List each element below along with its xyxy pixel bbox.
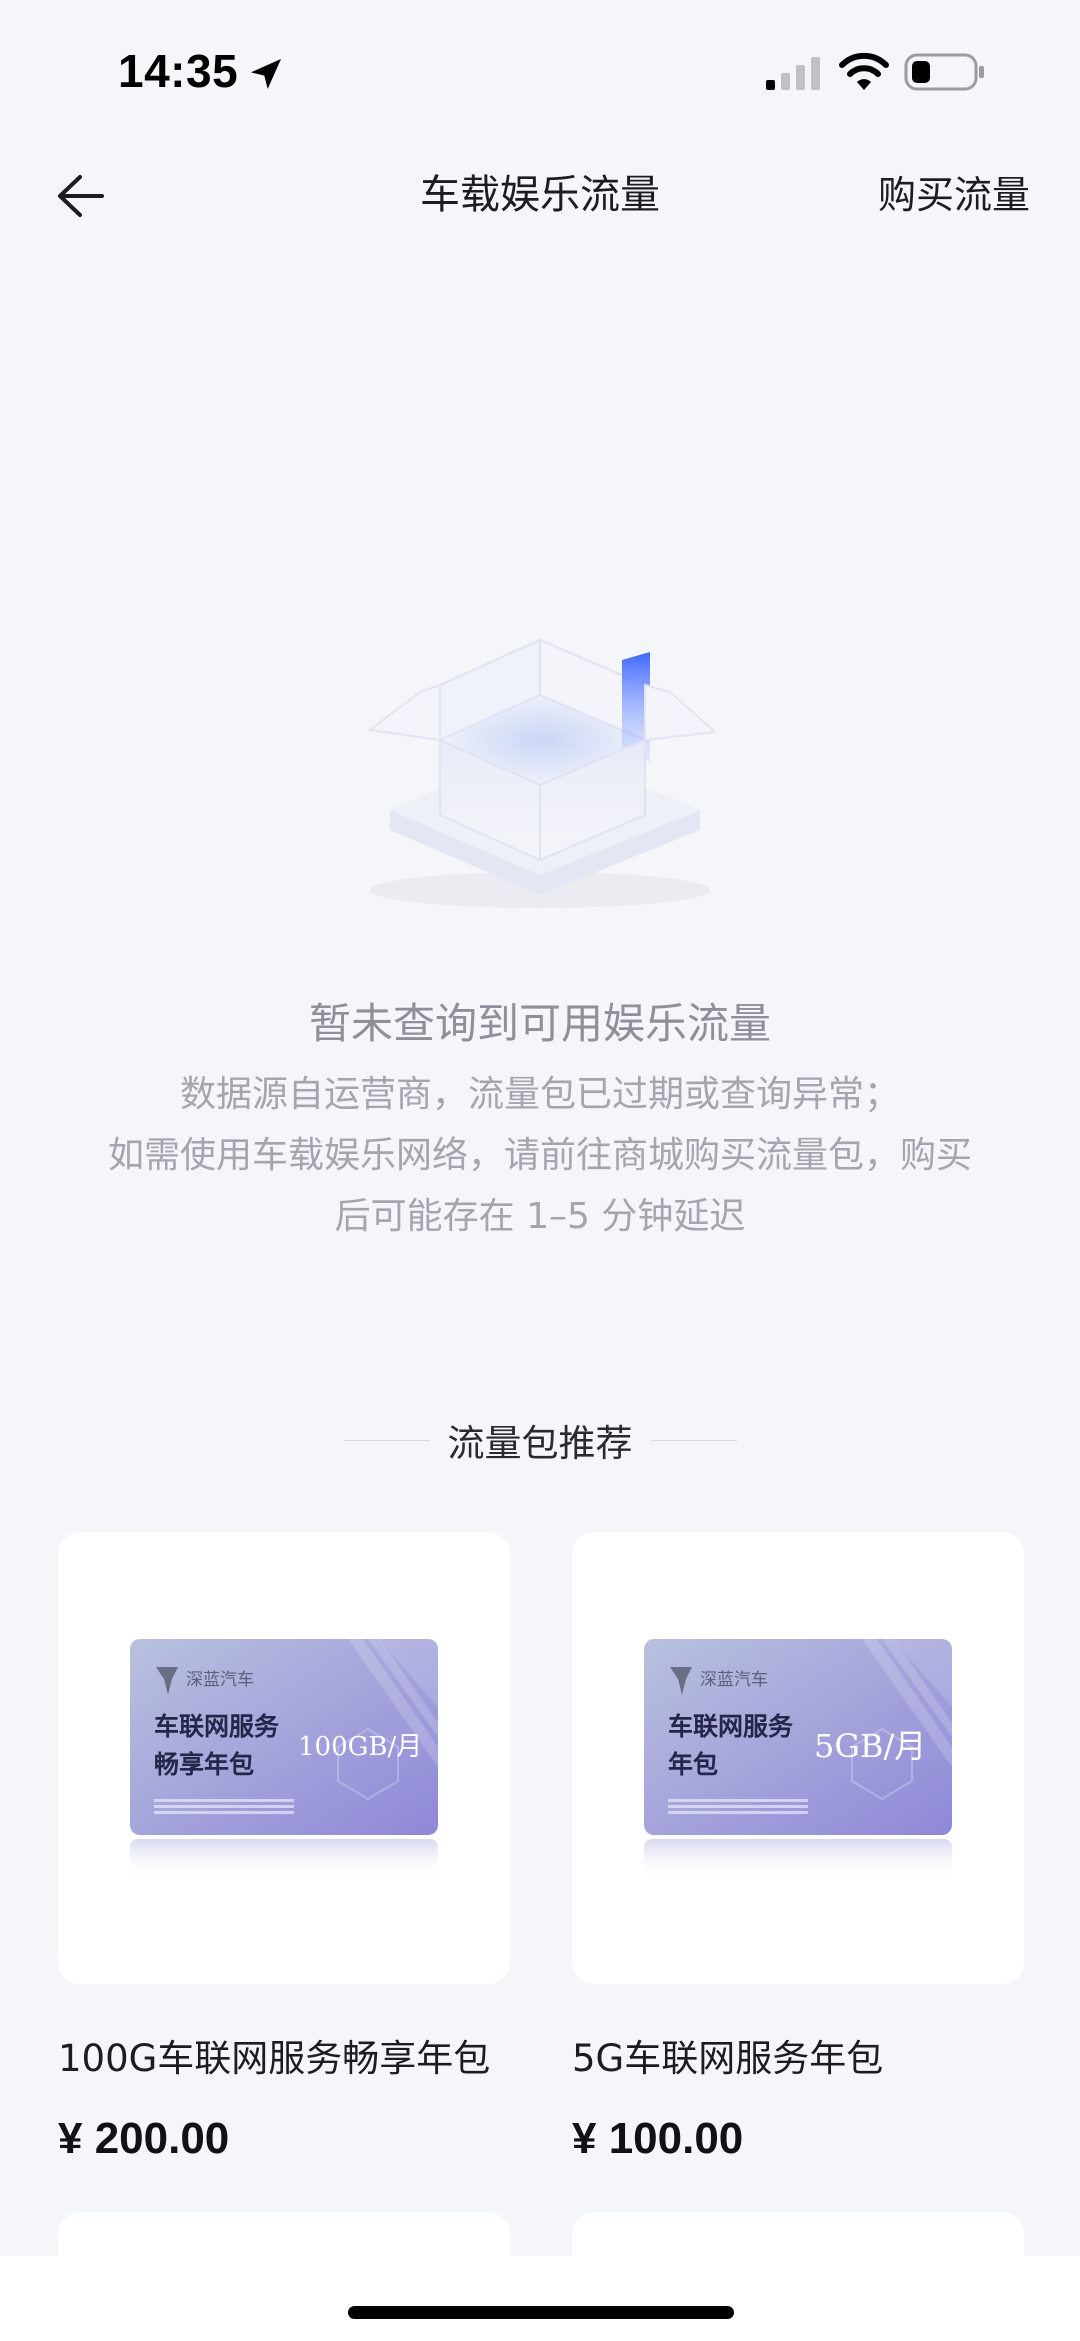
card-brand-text: 深蓝汽车 — [186, 1670, 254, 1690]
card-line2-text: 年包 — [668, 1750, 718, 1779]
empty-desc-line: 后可能存在 1–5 分钟延迟 — [334, 1196, 746, 1237]
cellular-signal-icon — [766, 57, 820, 90]
product-price: ¥ 100.00 — [572, 2114, 744, 2163]
divider — [650, 1439, 737, 1441]
divider — [343, 1439, 430, 1441]
empty-box-icon — [367, 638, 718, 908]
section-title: 流量包推荐 — [447, 1422, 633, 1465]
product-item[interactable]: 深蓝汽车 车联网服务 年包 5GB/月 5G车联网服务年包 ¥ 100.00 — [572, 1532, 1024, 2164]
bottom-safe-area — [0, 2256, 1080, 2341]
status-bar: 14:35 — [0, 0, 1080, 140]
card-brand-text: 深蓝汽车 — [700, 1670, 768, 1690]
card-line2-text: 畅享年包 — [154, 1750, 254, 1779]
location-arrow-icon — [251, 59, 281, 89]
product-card[interactable]: 深蓝汽车 车联网服务 年包 5GB/月 — [572, 1532, 1024, 1984]
back-button[interactable] — [40, 164, 120, 228]
empty-state-title: 暂未查询到可用娱乐流量 — [308, 999, 771, 1048]
product-name: 5G车联网服务年包 — [572, 2037, 884, 2080]
empty-desc-line: 如需使用车载娱乐网络，请前往商城购买流量包，购买 — [107, 1135, 972, 1176]
product-card[interactable]: 深蓝汽车 车联网服务 畅享年包 100GB/月 — [58, 1532, 510, 1984]
home-indicator[interactable] — [348, 2306, 734, 2319]
nav-bar: 车载娱乐流量 购买流量 — [0, 140, 1080, 244]
empty-state-description: 数据源自运营商，流量包已过期或查询异常； 如需使用车载娱乐网络，请前往商城购买流… — [60, 1064, 1020, 1247]
status-time: 14:35 — [118, 45, 239, 97]
buy-data-button[interactable]: 购买流量 — [878, 164, 1030, 219]
battery-icon — [904, 53, 984, 91]
card-line1-text: 车联网服务 — [668, 1712, 793, 1741]
data-plan-card-image: 深蓝汽车 车联网服务 畅享年包 100GB/月 — [130, 1639, 438, 1879]
back-arrow-icon — [58, 175, 104, 217]
empty-desc-line: 数据源自运营商，流量包已过期或查询异常； — [179, 1074, 900, 1115]
product-name: 100G车联网服务畅享年包 — [58, 2037, 491, 2080]
product-price: ¥ 200.00 — [58, 2114, 230, 2163]
card-line1-text: 车联网服务 — [154, 1712, 279, 1741]
card-quota-text: 5GB/月 — [814, 1727, 926, 1765]
data-plan-card-image: 深蓝汽车 车联网服务 年包 5GB/月 — [644, 1639, 952, 1879]
card-quota-text: 100GB/月 — [298, 1732, 422, 1762]
product-item[interactable]: 深蓝汽车 车联网服务 畅享年包 100GB/月 100G车联网服务畅享年包 ¥ … — [58, 1532, 510, 2164]
wifi-icon — [839, 52, 889, 90]
recommend-section-heading: 流量包推荐 — [0, 1410, 1080, 1470]
